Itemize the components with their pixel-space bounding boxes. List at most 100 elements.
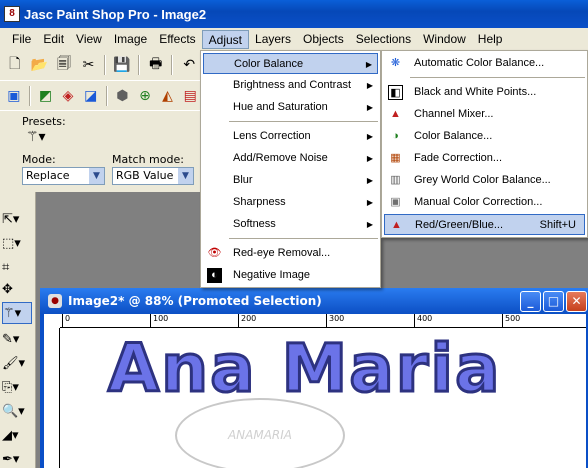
- clone-tool-icon[interactable]: ⎘▾: [2, 376, 32, 398]
- app-icon[interactable]: 8: [4, 6, 20, 22]
- ruler-mark: 200: [238, 314, 256, 328]
- open-folder-icon[interactable]: 📂: [29, 54, 51, 76]
- menu-item-manual-color-correction[interactable]: ▣ Manual Color Correction...: [384, 192, 585, 213]
- dropper-tool-icon[interactable]: ✎▾: [2, 328, 32, 350]
- menu-item-label: Add/Remove Noise: [233, 152, 328, 164]
- menu-item-negative-image[interactable]: ◐ Negative Image: [203, 265, 378, 286]
- toolbar-separator: [104, 55, 107, 75]
- script-icon[interactable]: ⬢: [113, 85, 133, 107]
- submenu-arrow-icon: ▶: [366, 176, 373, 185]
- menu-item-channel-mixer[interactable]: ▲ Channel Mixer...: [384, 104, 585, 125]
- menu-layers[interactable]: Layers: [249, 30, 297, 49]
- pointer-tool-icon[interactable]: ⇱▾: [2, 208, 32, 230]
- fill-tool-icon[interactable]: ◢▾: [2, 424, 32, 446]
- menu-item-automatic-color-balance[interactable]: ❋ Automatic Color Balance...: [384, 53, 585, 74]
- minimize-button[interactable]: _: [520, 291, 541, 312]
- menu-separator: [229, 238, 378, 239]
- menu-item-grey-world[interactable]: ▥ Grey World Color Balance...: [384, 170, 585, 191]
- menu-file[interactable]: File: [6, 30, 37, 49]
- menu-effects[interactable]: Effects: [153, 30, 201, 49]
- menu-adjust[interactable]: Adjust: [201, 29, 250, 49]
- submenu-arrow-icon: ▶: [366, 81, 373, 90]
- close-button[interactable]: ✕: [566, 291, 587, 312]
- menu-item-color-balance[interactable]: Color Balance ▶: [203, 53, 378, 74]
- toolbar-separator: [105, 85, 108, 106]
- undo-icon[interactable]: ↶: [178, 54, 200, 76]
- menu-item-red-green-blue[interactable]: ▲ Red/Green/Blue... Shift+U: [384, 214, 585, 235]
- layers-palette-icon[interactable]: ◩: [36, 85, 56, 107]
- image-window: ● Image2* @ 88% (Promoted Selection) _ □…: [40, 288, 588, 468]
- menu-item-sharpness[interactable]: Sharpness ▶: [203, 192, 378, 213]
- black-white-icon: ◧: [388, 85, 403, 100]
- menu-item-blur[interactable]: Blur ▶: [203, 170, 378, 191]
- menu-item-black-white-points[interactable]: ◧ Black and White Points...: [384, 82, 585, 103]
- print-icon[interactable]: 🖶: [145, 54, 167, 76]
- menu-item-label: Softness: [233, 218, 276, 230]
- color-balance-icon: ◑: [392, 130, 399, 142]
- submenu-arrow-icon: ▶: [366, 103, 373, 112]
- menu-item-label: Black and White Points...: [414, 86, 537, 98]
- menu-objects[interactable]: Objects: [297, 30, 350, 49]
- selection-tool-icon[interactable]: ⬚▾: [2, 232, 32, 254]
- overview-palette-icon[interactable]: ◪: [81, 85, 101, 107]
- effects-icon[interactable]: ◭: [158, 85, 178, 107]
- menu-item-label: Lens Correction: [233, 130, 311, 142]
- toolbar-separator: [137, 55, 140, 75]
- menu-item-add-remove-noise[interactable]: Add/Remove Noise ▶: [203, 148, 378, 169]
- horizontal-ruler[interactable]: 0 100 200 300 400 500: [60, 314, 586, 328]
- menu-view[interactable]: View: [70, 30, 108, 49]
- preset-wand-icon[interactable]: ⚚▾: [26, 129, 46, 145]
- menu-selections[interactable]: Selections: [350, 30, 417, 49]
- histogram-icon[interactable]: ▤: [180, 85, 200, 107]
- manual-correction-icon: ▣: [390, 196, 401, 208]
- image-canvas[interactable]: ANAMARIA Ana Maria: [60, 328, 586, 468]
- match-mode-select[interactable]: RGB Value ▼: [112, 167, 194, 185]
- palette-toolbar: ▣ ◩ ◈ ◪ ⬢ ⊕ ◭ ▤: [0, 80, 200, 110]
- menu-item-brightness-contrast[interactable]: Brightness and Contrast ▶: [203, 75, 378, 96]
- image-window-title-bar[interactable]: ● Image2* @ 88% (Promoted Selection) _ □…: [40, 288, 588, 314]
- menu-item-lens-correction[interactable]: Lens Correction ▶: [203, 126, 378, 147]
- red-eye-icon: 👁: [207, 247, 222, 259]
- adjust-menu: Color Balance ▶ Brightness and Contrast …: [200, 50, 381, 288]
- menu-bar: File Edit View Image Effects Adjust Laye…: [0, 28, 588, 50]
- save-icon[interactable]: 💾: [111, 54, 133, 76]
- ruler-corner: [44, 314, 60, 328]
- zoom-tool-icon[interactable]: 🔍▾: [2, 400, 32, 422]
- pen-tool-icon[interactable]: ✒▾: [2, 448, 32, 468]
- presets-label: Presets:: [22, 115, 66, 128]
- browser-palette-icon[interactable]: ▣: [4, 85, 24, 107]
- menu-item-color-balance[interactable]: ◑ Color Balance...: [384, 126, 585, 147]
- materials-palette-icon[interactable]: ◈: [58, 85, 78, 107]
- menu-edit[interactable]: Edit: [37, 30, 70, 49]
- menu-window[interactable]: Window: [417, 30, 472, 49]
- browse-icon[interactable]: 🗐: [53, 54, 75, 76]
- menu-help[interactable]: Help: [472, 30, 509, 49]
- menu-item-hue-saturation[interactable]: Hue and Saturation ▶: [203, 97, 378, 118]
- color-balance-submenu: ❋ Automatic Color Balance... ◧ Black and…: [381, 50, 588, 238]
- magic-wand-tool-icon[interactable]: ⚚▾: [2, 302, 32, 324]
- vertical-ruler[interactable]: [44, 328, 60, 468]
- maximize-button[interactable]: □: [543, 291, 564, 312]
- submenu-arrow-icon: ▶: [366, 154, 373, 163]
- image-window-icon[interactable]: ●: [48, 294, 62, 308]
- menu-item-label: Color Balance: [234, 58, 304, 70]
- ruler-mark: 100: [150, 314, 168, 328]
- move-tool-icon[interactable]: ✥: [2, 278, 32, 300]
- web-icon[interactable]: ⊕: [135, 85, 155, 107]
- menu-image[interactable]: Image: [108, 30, 153, 49]
- auto-balance-icon: ❋: [390, 57, 401, 69]
- submenu-arrow-icon: ▶: [366, 132, 373, 141]
- grey-world-icon: ▥: [390, 174, 401, 186]
- match-mode-label: Match mode:: [112, 153, 184, 166]
- submenu-arrow-icon: ▶: [366, 220, 373, 229]
- menu-item-red-eye-removal[interactable]: 👁 Red-eye Removal...: [203, 243, 378, 264]
- crop-tool-icon[interactable]: ⌗: [2, 256, 32, 278]
- menu-item-fade-correction[interactable]: ▦ Fade Correction...: [384, 148, 585, 169]
- app-title-bar: 8 Jasc Paint Shop Pro - Image2: [0, 0, 588, 28]
- canvas-text: Ana Maria: [107, 329, 502, 409]
- paintbrush-tool-icon[interactable]: 🖌▾: [2, 352, 32, 374]
- scissors-icon[interactable]: ✂: [78, 54, 100, 76]
- menu-item-softness[interactable]: Softness ▶: [203, 214, 378, 235]
- new-file-icon[interactable]: 🗋: [4, 54, 26, 76]
- mode-select[interactable]: Replace ▼: [22, 167, 105, 185]
